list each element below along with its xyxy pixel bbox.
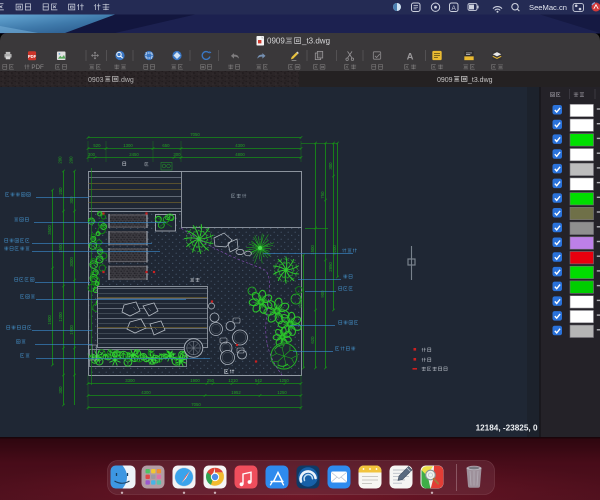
svg-text:1900: 1900 bbox=[190, 378, 200, 383]
svg-text:200: 200 bbox=[58, 156, 63, 164]
svg-text:3300: 3300 bbox=[125, 378, 135, 383]
svg-text:_t3.dwg: _t3.dwg bbox=[301, 37, 330, 46]
svg-text:1200: 1200 bbox=[58, 312, 63, 322]
svg-text:620: 620 bbox=[310, 336, 315, 344]
svg-text:650: 650 bbox=[162, 143, 170, 148]
svg-text:PDF: PDF bbox=[31, 64, 44, 71]
svg-text:_t3.dwg: _t3.dwg bbox=[467, 77, 493, 84]
svg-text:A: A bbox=[452, 5, 457, 12]
svg-text:300: 300 bbox=[58, 386, 63, 394]
svg-text:A: A bbox=[407, 52, 414, 63]
svg-text:900: 900 bbox=[320, 290, 325, 298]
svg-text:3500: 3500 bbox=[47, 225, 52, 235]
svg-text:2850: 2850 bbox=[328, 262, 333, 272]
svg-text:1900: 1900 bbox=[69, 325, 74, 335]
svg-text:300: 300 bbox=[173, 152, 181, 157]
svg-text:1900: 1900 bbox=[47, 315, 52, 325]
svg-text:520: 520 bbox=[93, 143, 101, 148]
svg-text:0903: 0903 bbox=[88, 77, 104, 84]
svg-text:300: 300 bbox=[69, 196, 74, 204]
svg-text:1952: 1952 bbox=[231, 390, 241, 395]
svg-text:4800: 4800 bbox=[235, 152, 245, 157]
svg-text:4300: 4300 bbox=[235, 143, 245, 148]
svg-text:.dwg: .dwg bbox=[119, 77, 134, 84]
svg-text:200: 200 bbox=[58, 187, 63, 195]
svg-text:SeeMac.cn: SeeMac.cn bbox=[529, 3, 567, 12]
svg-text:12184, -23825, 0: 12184, -23825, 0 bbox=[476, 424, 538, 433]
svg-text:9300: 9300 bbox=[298, 298, 303, 308]
svg-text:0909: 0909 bbox=[437, 77, 453, 84]
svg-text:200: 200 bbox=[69, 156, 74, 164]
svg-text:1250: 1250 bbox=[277, 390, 287, 395]
svg-text:542: 542 bbox=[255, 378, 263, 383]
svg-text:1250: 1250 bbox=[279, 378, 289, 383]
svg-text:1210: 1210 bbox=[228, 378, 238, 383]
svg-text:PDF: PDF bbox=[28, 54, 37, 59]
svg-text:2450: 2450 bbox=[129, 152, 139, 157]
svg-text:250: 250 bbox=[207, 378, 215, 383]
svg-text:750: 750 bbox=[320, 191, 325, 199]
svg-text:4300: 4300 bbox=[141, 390, 151, 395]
svg-text:300: 300 bbox=[328, 162, 333, 170]
svg-text:3000: 3000 bbox=[69, 257, 74, 267]
svg-text:300: 300 bbox=[88, 152, 96, 157]
svg-text:0909.: 0909. bbox=[267, 37, 287, 46]
svg-text:7050: 7050 bbox=[190, 132, 200, 137]
svg-text:7050: 7050 bbox=[191, 402, 201, 407]
svg-text:1300: 1300 bbox=[123, 143, 133, 148]
